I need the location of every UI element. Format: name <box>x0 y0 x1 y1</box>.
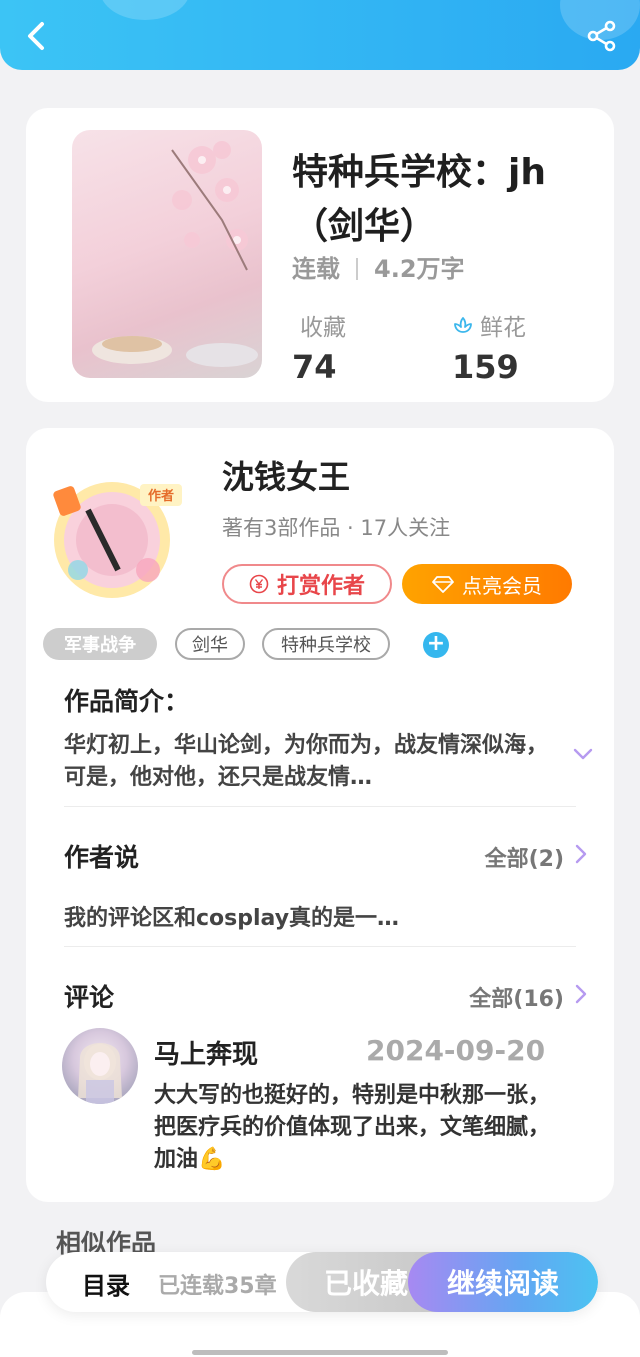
meta-divider <box>356 258 358 280</box>
comment-text[interactable]: 大大写的也挺好的，特别是中秋那一张，把医疗兵的价值体现了出来，文笔细腻，加油💪 <box>154 1080 554 1176</box>
flowers-label-wrap[interactable]: 鲜花 <box>452 308 526 342</box>
author-says-text[interactable]: 我的评论区和cosplay真的是一… <box>64 900 399 932</box>
chapter-count: 已连载35章 <box>158 1274 277 1299</box>
book-cover[interactable] <box>72 130 262 378</box>
divider <box>64 806 576 807</box>
reward-author-label: 打赏作者 <box>276 574 365 599</box>
tag-item[interactable]: 剑华 <box>175 628 245 660</box>
diamond-icon <box>432 576 454 593</box>
cover-art-icon <box>92 141 258 367</box>
intro-text[interactable]: 华灯初上，华山论剑，为你而为，战友情深似海，可是，他对他，还只是战友情… <box>64 730 550 794</box>
comments-more-link[interactable]: 全部(16) <box>469 981 564 1013</box>
plus-icon: + <box>426 631 446 656</box>
continue-reading-button[interactable]: 继续阅读 <box>408 1252 598 1312</box>
book-title: 特种兵学校：jh（剑华） <box>292 152 546 247</box>
author-says-more-link[interactable]: 全部(2) <box>485 841 564 873</box>
book-info-card: 特种兵学校：jh（剑华） 连载 4.2万字 收藏 鲜花 74 159 <box>26 108 614 402</box>
book-meta: 连载 4.2万字 <box>292 249 465 284</box>
share-icon <box>587 20 616 52</box>
vip-label: 点亮会员 <box>462 573 542 598</box>
tag-item[interactable]: 特种兵学校 <box>262 628 390 660</box>
author-avatar[interactable]: 作者 <box>48 470 184 600</box>
author-avatar-art-icon: 作者 <box>53 482 182 598</box>
author-badge-text: 作者 <box>148 488 174 504</box>
author-info: 著有3部作品 · 17人关注 <box>222 516 451 540</box>
comments-title: 评论 <box>64 983 115 1012</box>
book-status: 连载 <box>292 255 340 283</box>
flower-icon <box>454 317 472 333</box>
share-button[interactable] <box>586 20 618 52</box>
tag-item[interactable]: 军事战争 <box>43 628 157 660</box>
top-bar <box>0 0 640 70</box>
decor-bubble <box>100 0 190 20</box>
add-tag-button[interactable]: + <box>423 632 449 658</box>
chevron-down-icon <box>573 748 593 760</box>
back-button[interactable] <box>22 18 54 54</box>
book-word-count: 4.2万字 <box>374 255 465 283</box>
author-card: 作者 沈钱女王 著有3部作品 · 17人关注 打赏作者 点亮会员 军事战争 剑华… <box>26 428 614 1202</box>
chevron-right-icon[interactable] <box>574 983 588 1005</box>
chevron-right-icon[interactable] <box>574 843 588 865</box>
divider <box>64 946 576 947</box>
home-indicator[interactable] <box>192 1350 448 1355</box>
bottom-action-bar: 目录 已连载35章 已收藏 继续阅读 <box>46 1252 598 1312</box>
intro-title: 作品简介： <box>64 687 190 716</box>
reward-author-button[interactable]: 打赏作者 <box>222 564 392 604</box>
comment-username[interactable]: 马上奔现 <box>154 1034 258 1071</box>
author-name[interactable]: 沈钱女王 <box>222 452 350 498</box>
comment-date: 2024-09-20 <box>366 1034 546 1067</box>
yen-coin-icon <box>249 574 269 594</box>
favorites-label: 收藏 <box>300 315 346 341</box>
commenter-avatar[interactable] <box>62 1028 138 1104</box>
author-says-title: 作者说 <box>64 843 140 872</box>
favorites-count: 74 <box>292 348 337 386</box>
commenter-avatar-art-icon <box>78 1043 122 1104</box>
vip-button[interactable]: 点亮会员 <box>402 564 572 604</box>
expand-intro-button[interactable] <box>572 746 594 762</box>
chevron-left-icon <box>28 22 44 50</box>
toc-button[interactable]: 目录 <box>82 1266 130 1301</box>
flowers-label: 鲜花 <box>480 315 526 341</box>
flowers-count: 159 <box>452 348 519 386</box>
